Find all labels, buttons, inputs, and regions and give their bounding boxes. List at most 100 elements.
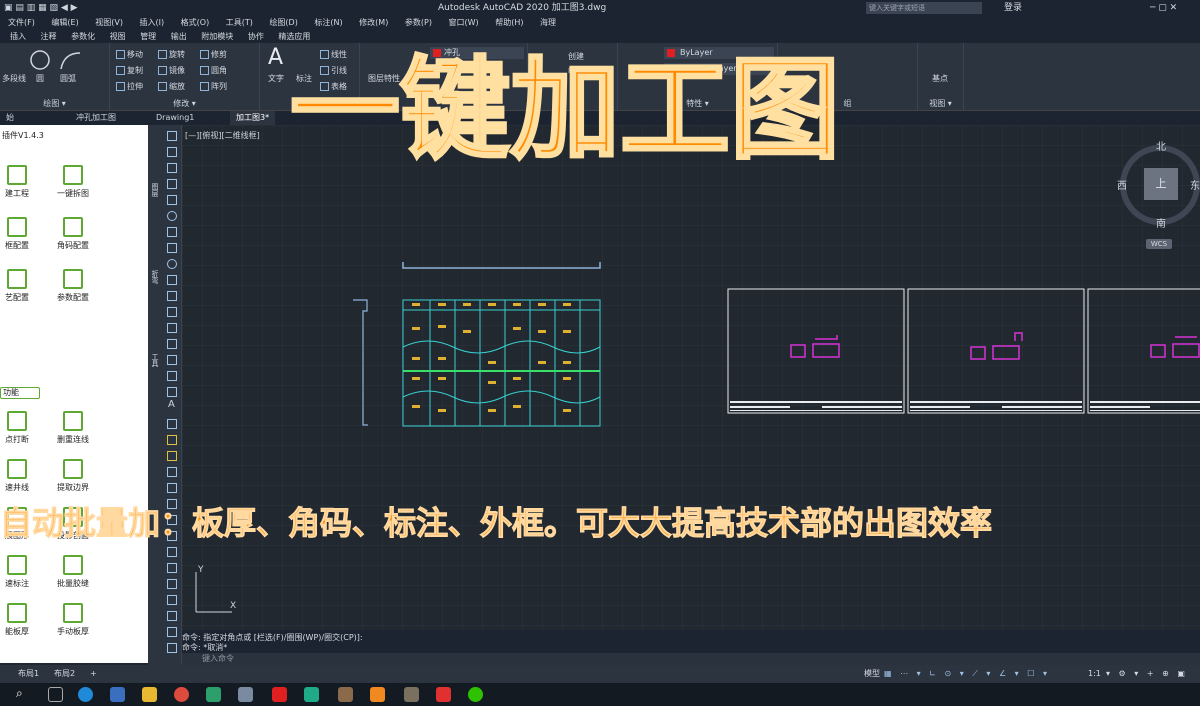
arc-tool[interactable]: 圆弧 — [60, 73, 76, 84]
rotate-tool[interactable]: 旋转 — [158, 49, 185, 60]
annotation-scale[interactable]: 1:1 — [1088, 665, 1101, 683]
viewport-label[interactable]: [—][俯视][二维线框] — [185, 130, 260, 141]
explorer-icon[interactable] — [142, 687, 157, 702]
text-tool[interactable]: 文字 — [268, 73, 284, 84]
ribbon-tab[interactable]: 视图 — [110, 32, 126, 41]
add-layout-button[interactable]: + — [90, 665, 97, 683]
menu-item[interactable]: 海理 — [540, 18, 556, 27]
menu-item[interactable]: 编辑(E) — [51, 18, 78, 27]
command-input[interactable]: 键入命令 — [182, 653, 1200, 665]
mtext-icon[interactable]: A — [168, 399, 175, 410]
copy-tool[interactable]: 复制 — [116, 65, 143, 76]
doc-tab-drawing1[interactable]: Drawing1 — [150, 111, 200, 125]
ribbon-tab[interactable]: 插入 — [10, 32, 26, 41]
circle-icon[interactable] — [167, 211, 177, 221]
menu-item[interactable]: 文件(F) — [8, 18, 35, 27]
menu-item[interactable]: 帮助(H) — [495, 18, 523, 27]
ribbon-tab[interactable]: 注释 — [41, 32, 57, 41]
trim-tool[interactable]: 修剪 — [200, 49, 227, 60]
add-selected-icon[interactable] — [167, 419, 177, 429]
menu-item[interactable]: 参数(P) — [405, 18, 432, 27]
tool-icon-g[interactable] — [167, 563, 177, 573]
menu-item[interactable]: 工具(T) — [226, 18, 253, 27]
quick-access-toolbar[interactable]: ▣ ▤ ▥ ▦ ▧ ◀ ▶ — [4, 0, 78, 16]
point-icon[interactable] — [167, 323, 177, 333]
manual-thickness-button[interactable]: 手动板厚 — [38, 603, 108, 649]
app-icon[interactable] — [338, 687, 353, 702]
pencil-icon[interactable] — [167, 435, 177, 445]
viewcube[interactable]: 上 — [1120, 145, 1200, 225]
status-toggles[interactable]: ▦ ⋯ ▾ ∟ ⊙ ▾ ⟋ ▾ ∠ ▾ ☐ ▾ — [884, 665, 1050, 683]
doc-tab-start[interactable]: 始 — [0, 111, 20, 125]
edge-icon[interactable] — [78, 687, 93, 702]
side-label-layer[interactable]: 图层 — [150, 183, 160, 197]
ribbon-tab[interactable]: 管理 — [140, 32, 156, 41]
model-space-button[interactable]: 模型 — [864, 665, 880, 683]
corner-config-button[interactable]: 角码配置 — [38, 217, 108, 263]
autocad-icon[interactable] — [272, 687, 287, 702]
array-tool[interactable]: 阵列 — [200, 81, 227, 92]
split-drawing-button[interactable]: 一键拆图 — [38, 165, 108, 211]
wps-icon[interactable] — [436, 687, 451, 702]
table-icon[interactable] — [167, 387, 177, 397]
move-tool[interactable]: 移动 — [116, 49, 143, 60]
gradient-icon[interactable] — [167, 355, 177, 365]
ribbon-tab[interactable]: 精选应用 — [278, 32, 310, 41]
doc-tab-current[interactable]: 加工图3* — [230, 111, 276, 125]
wechat-icon[interactable] — [468, 687, 483, 702]
fillet-tool[interactable]: 圆角 — [200, 65, 227, 76]
insert-block-icon[interactable] — [167, 291, 177, 301]
side-label-bend[interactable]: 折弯 — [150, 270, 160, 284]
search-icon[interactable]: ⌕ — [16, 686, 23, 701]
app-icon[interactable] — [404, 687, 419, 702]
ribbon-tab[interactable]: 参数化 — [71, 32, 95, 41]
side-label-tools[interactable]: 工具 — [150, 353, 160, 367]
region-icon[interactable] — [167, 371, 177, 381]
tool-icon-a[interactable] — [167, 467, 177, 477]
param-config-button[interactable]: 参数配置 — [38, 269, 108, 315]
stretch-tool[interactable]: 拉伸 — [116, 81, 143, 92]
batch-seam-button[interactable]: 批量胶缝 — [38, 555, 108, 601]
tool-icon-f[interactable] — [167, 547, 177, 557]
basepoint-tool[interactable]: 基点 — [932, 73, 948, 84]
compass-east[interactable]: 东 — [1190, 177, 1200, 192]
menu-item[interactable]: 标注(N) — [314, 18, 342, 27]
ribbon-tab[interactable]: 附加模块 — [201, 32, 233, 41]
hatch-icon[interactable] — [167, 339, 177, 349]
ellipse-icon[interactable] — [167, 259, 177, 269]
scale-tool[interactable]: 缩放 — [158, 81, 185, 92]
compass-north[interactable]: 北 — [1156, 138, 1166, 153]
compass-south[interactable]: 南 — [1156, 215, 1166, 230]
app-icon[interactable] — [304, 687, 319, 702]
window-controls[interactable]: ─ ▢ ✕ — [1150, 0, 1177, 16]
tool-icon-j[interactable] — [167, 611, 177, 621]
ribbon-tab[interactable]: 协作 — [248, 32, 264, 41]
menu-item[interactable]: 绘图(D) — [269, 18, 297, 27]
tool-icon-i[interactable] — [167, 595, 177, 605]
chrome-icon[interactable] — [174, 687, 189, 702]
layout-tab-1[interactable]: 布局1 — [18, 665, 39, 683]
mirror-tool[interactable]: 镜像 — [158, 65, 185, 76]
wcs-button[interactable]: WCS — [1146, 239, 1172, 249]
app-icon[interactable] — [238, 687, 253, 702]
ellipse-arc-icon[interactable] — [167, 275, 177, 285]
app-icon[interactable] — [370, 687, 385, 702]
polyline-icon[interactable] — [167, 147, 177, 157]
menu-item[interactable]: 格式(O) — [181, 18, 210, 27]
drawing-canvas[interactable]: [—][俯视][二维线框] Y X 上 北 南 西 东 WCS — [182, 125, 1200, 630]
circle-tool[interactable]: 圆 — [36, 73, 44, 84]
tool-icon-l[interactable] — [167, 643, 177, 653]
polygon-icon[interactable] — [167, 163, 177, 173]
dedupe-line-button[interactable]: 删重连线 — [38, 411, 108, 457]
polyline-tool[interactable]: 多段线 — [2, 73, 26, 84]
viewcube-top-face[interactable]: 上 — [1144, 168, 1178, 200]
layout-tab-2[interactable]: 布局2 — [54, 665, 75, 683]
tool-icon-k[interactable] — [167, 627, 177, 637]
arc-icon[interactable] — [167, 195, 177, 205]
search-input[interactable]: 键入关键字或短语 — [866, 2, 982, 14]
store-icon[interactable] — [110, 687, 125, 702]
tool-icon-h[interactable] — [167, 579, 177, 589]
ribbon-tab[interactable]: 输出 — [171, 32, 187, 41]
menu-item[interactable]: 视图(V) — [95, 18, 123, 27]
menu-item[interactable]: 窗口(W) — [449, 18, 479, 27]
